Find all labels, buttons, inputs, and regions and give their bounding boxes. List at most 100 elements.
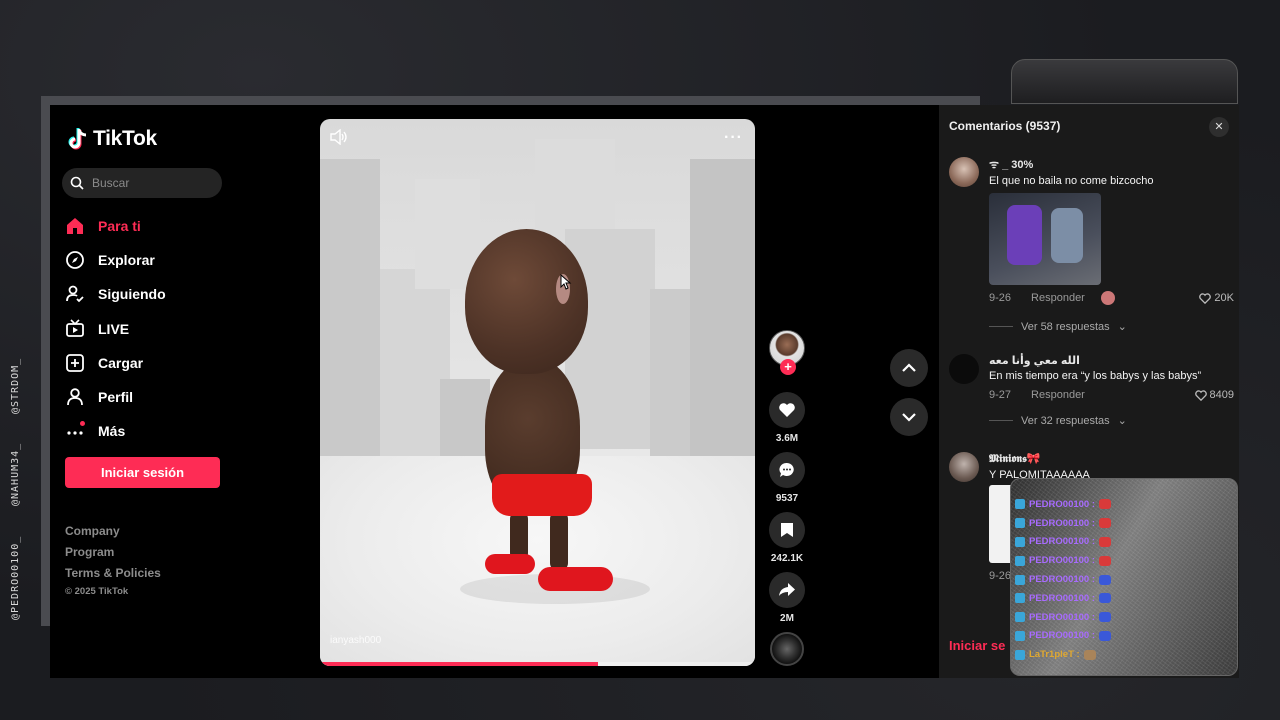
chat-username: PEDRO00100 : — [1029, 498, 1096, 510]
footer-link-company[interactable]: Company — [65, 521, 161, 542]
chat-message: PEDRO00100 : — [1015, 570, 1112, 589]
sidebar: TikTok Para ti Explorar — [50, 105, 250, 678]
nav-siguiendo[interactable]: Siguiendo — [65, 277, 245, 311]
character-shoe — [538, 567, 613, 591]
chat-message: PEDRO00100 : — [1015, 589, 1112, 608]
replies-label: Ver 58 respuestas — [1021, 320, 1110, 333]
comment-date: 9-27 — [989, 389, 1012, 401]
comment-item: ᯤ _ 30% El que no baila no come bizcocho… — [949, 157, 1234, 333]
next-video-button[interactable] — [890, 398, 928, 436]
video-progress-bar[interactable] — [320, 662, 755, 666]
comment-like-count: 20K — [1214, 292, 1234, 304]
comment-username[interactable]: 𝕸𝖎𝖓𝖎𝖔𝖓𝖘🎀 — [989, 452, 1234, 466]
main-nav: Para ti Explorar Siguiendo LIVE Cargar P… — [65, 209, 245, 448]
chat-badge-icon — [1015, 536, 1025, 547]
heart-outline-icon — [1194, 389, 1207, 401]
mouse-cursor-icon — [560, 274, 572, 290]
reply-button[interactable]: Responder — [1031, 292, 1085, 304]
share-count: 2M — [780, 613, 794, 624]
previous-video-button[interactable] — [890, 349, 928, 387]
chat-emote-icon — [1099, 536, 1112, 547]
volume-icon[interactable] — [330, 129, 348, 145]
nav-label: Perfil — [98, 389, 134, 406]
upload-icon — [65, 353, 85, 373]
save-action[interactable]: 242.1K — [767, 512, 807, 564]
comment-username[interactable]: الله معي وأنا معه — [989, 354, 1234, 367]
home-icon — [65, 216, 85, 236]
nav-label: Más — [98, 423, 126, 440]
chat-username: PEDRO00100 : — [1029, 592, 1096, 604]
comment-avatar[interactable] — [949, 354, 979, 384]
tiktok-note-icon — [68, 128, 87, 150]
video-more-icon[interactable]: ··· — [724, 129, 743, 147]
comment-date: 9-26 — [989, 570, 1012, 582]
nav-live[interactable]: LIVE — [65, 312, 245, 346]
chat-badge-icon — [1015, 555, 1025, 566]
nav-para-ti[interactable]: Para ti — [65, 209, 245, 243]
chat-badge-icon — [1015, 593, 1025, 604]
reply-button[interactable]: Responder — [1031, 389, 1085, 401]
chat-emote-icon — [1099, 612, 1112, 623]
compass-icon — [65, 250, 85, 270]
follow-plus-icon[interactable]: + — [780, 359, 796, 375]
character-leg — [550, 511, 568, 571]
music-disc-icon[interactable] — [770, 632, 804, 666]
creator-avatar[interactable]: + — [769, 330, 805, 375]
view-replies-button[interactable]: Ver 58 respuestas ⌄ — [989, 320, 1234, 333]
nav-label: Cargar — [98, 354, 144, 371]
comment-like[interactable]: 8409 — [1194, 389, 1234, 401]
tiktok-logo[interactable]: TikTok — [67, 127, 157, 151]
chevron-up-icon — [902, 363, 916, 372]
search-bar[interactable] — [62, 168, 222, 198]
chat-emote-icon — [1099, 593, 1112, 604]
sidebar-footer: Company Program Terms & Policies © 2025 … — [65, 521, 161, 597]
view-replies-button[interactable]: Ver 32 respuestas ⌄ — [989, 414, 1234, 427]
bookmark-icon[interactable] — [769, 512, 805, 548]
scene-building — [690, 159, 755, 489]
chat-message: PEDRO00100 : — [1015, 551, 1112, 570]
nav-cargar[interactable]: Cargar — [65, 346, 245, 380]
chevron-down-icon — [902, 413, 916, 422]
heart-icon[interactable] — [769, 392, 805, 428]
footer-link-terms[interactable]: Terms & Policies — [65, 563, 161, 584]
comment-item: الله معي وأنا معه En mis tiempo era “y l… — [949, 354, 1234, 434]
chevron-down-icon: ⌄ — [1117, 321, 1127, 333]
video-progress-fill — [320, 662, 599, 666]
share-icon[interactable] — [769, 572, 805, 608]
comment-image[interactable] — [989, 193, 1101, 285]
video-player[interactable]: ··· ianyash000 — [320, 119, 755, 666]
replies-label: Ver 32 respuestas — [1021, 414, 1110, 427]
video-watermark: ianyash000 — [330, 635, 382, 646]
character-head — [465, 229, 588, 374]
login-button[interactable]: Iniciar sesión — [65, 457, 220, 488]
chat-username: PEDRO00100 : — [1029, 611, 1096, 623]
nav-perfil[interactable]: Perfil — [65, 380, 245, 414]
comment-avatar[interactable] — [949, 157, 979, 187]
chat-message: PEDRO00100 : — [1015, 533, 1112, 552]
nav-mas[interactable]: Más — [65, 414, 245, 448]
logo-text: TikTok — [93, 127, 157, 150]
share-action[interactable]: 2M — [767, 572, 807, 624]
handle-nahum: @NAHUM34_ — [10, 442, 21, 506]
close-comments-button[interactable]: ✕ — [1209, 117, 1229, 137]
search-input[interactable] — [92, 176, 212, 190]
nav-explorar[interactable]: Explorar — [65, 243, 245, 277]
tiktok-window: TikTok Para ti Explorar — [50, 105, 1239, 678]
chat-username: PEDRO00100 : — [1029, 517, 1096, 529]
comment-avatar[interactable] — [949, 452, 979, 482]
comment-count: 9537 — [775, 493, 799, 504]
comment-meta: 9-26 Responder 20K — [989, 291, 1234, 305]
chat-list: PEDRO00100 : PEDRO00100 : PEDRO00100 : PEDR… — [1015, 495, 1112, 664]
replies-divider — [989, 420, 1013, 421]
comment-action[interactable]: 9537 — [767, 452, 807, 504]
like-action[interactable]: 3.6M — [767, 392, 807, 444]
handle-strdom: @STRDOM_ — [10, 357, 21, 414]
comment-username[interactable]: ᯤ _ 30% — [989, 157, 1234, 172]
more-dots-icon — [65, 421, 85, 441]
footer-link-program[interactable]: Program — [65, 542, 161, 563]
save-count: 242.1K — [770, 553, 804, 564]
chat-badge-icon — [1015, 649, 1025, 660]
comment-icon[interactable] — [769, 452, 805, 488]
comment-like[interactable]: 20K — [1199, 292, 1234, 304]
comments-login-link[interactable]: Iniciar se — [949, 638, 1005, 653]
